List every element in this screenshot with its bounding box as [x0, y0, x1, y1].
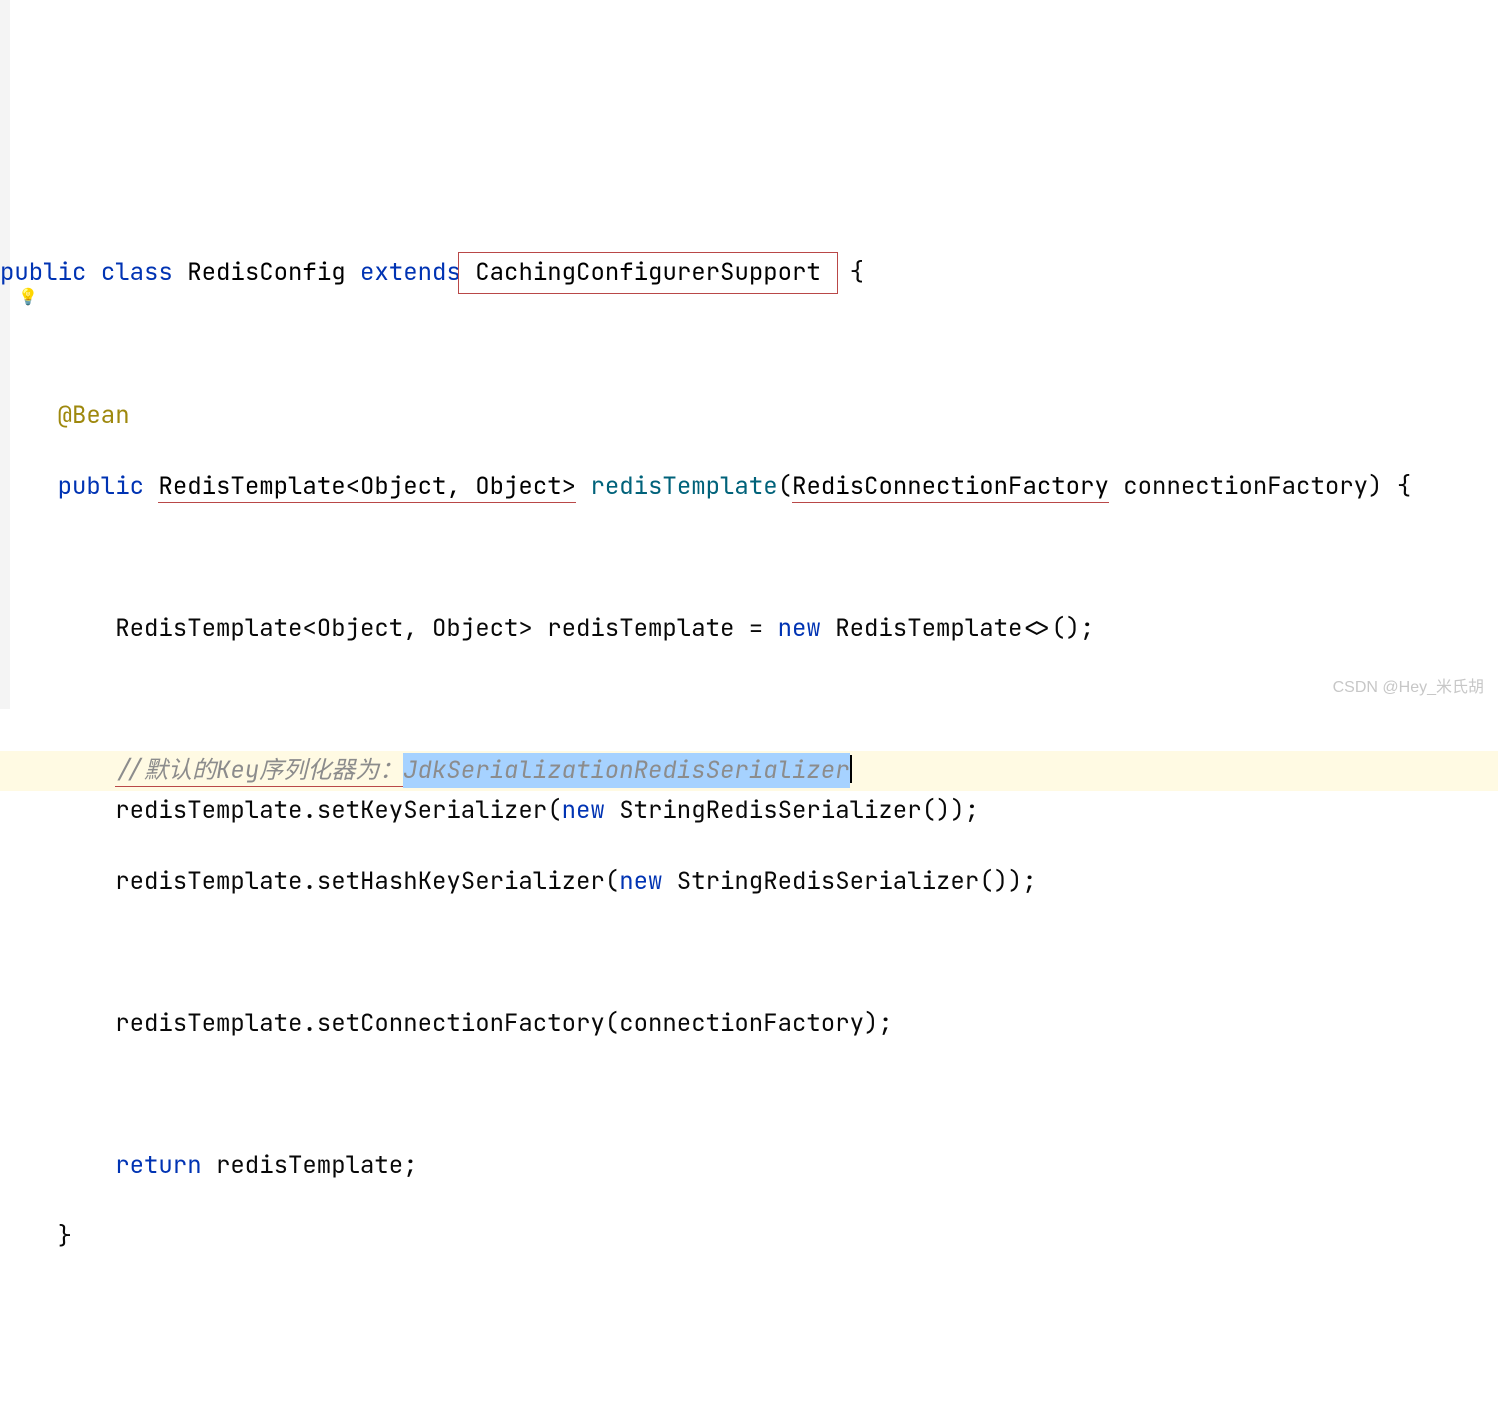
code-line: redisTemplate.setKeySerializer(new Strin…: [0, 791, 1498, 831]
keyword-public: public: [58, 471, 144, 502]
keyword-new: new: [778, 613, 821, 644]
keyword-new: new: [619, 866, 662, 897]
code-text: redisTemplate.setConnectionFactory(conne…: [115, 1008, 893, 1039]
return-type: RedisTemplate<Object, Object>: [158, 471, 576, 503]
code-line-highlighted: //默认的Key序列化器为：JdkSerializationRedisSeria…: [0, 751, 1498, 791]
code-line: }: [0, 1217, 1498, 1257]
code-line: [0, 325, 1498, 365]
code-text: StringRedisSerializer());: [605, 795, 979, 826]
code-line: RedisTemplate<Object, Object> redisTempl…: [0, 609, 1498, 649]
code-line: @Bean: [0, 396, 1498, 436]
code-text: RedisTemplate<Object, Object> redisTempl…: [115, 613, 777, 644]
code-line: [0, 1288, 1498, 1328]
code-line: redisTemplate.setConnectionFactory(conne…: [0, 1004, 1498, 1044]
text-selection: JdkSerializationRedisSerializer: [403, 753, 849, 788]
code-line: return redisTemplate;: [0, 1146, 1498, 1186]
code-line: [0, 933, 1498, 973]
code-line: [0, 1359, 1498, 1399]
code-text: redisTemplate;: [202, 1150, 418, 1181]
code-text: redisTemplate.setKeySerializer(: [115, 795, 561, 826]
annotation-box: CachingConfigurerSupport: [458, 252, 838, 294]
keyword-public: public: [0, 257, 86, 288]
brace: }: [58, 1221, 72, 1252]
annotation-bean: @Bean: [58, 400, 130, 431]
code-text: RedisTemplate<>();: [821, 613, 1095, 644]
code-line: redisTemplate.setHashKeySerializer(new S…: [0, 862, 1498, 902]
comment-prefix: //默认的Key序列化器为：: [115, 755, 403, 786]
comment: //默认的Key序列化器为：JdkSerializationRedisSeria…: [115, 755, 849, 787]
paren: (: [778, 471, 792, 502]
parent-class: CachingConfigurerSupport: [475, 257, 821, 288]
watermark: CSDN @Hey_米氏胡: [1333, 673, 1484, 697]
keyword-class: class: [101, 257, 173, 288]
param-type: RedisConnectionFactory: [792, 471, 1109, 503]
keyword-new: new: [562, 795, 605, 826]
code-line: public RedisTemplate<Object, Object> red…: [0, 467, 1498, 507]
code-line: public class RedisConfig extends Caching…: [0, 252, 1498, 294]
keyword-extends: extends: [360, 257, 461, 288]
brace: {: [835, 257, 864, 288]
code-editor[interactable]: public class RedisConfig extends Caching…: [0, 217, 1498, 1418]
code-line: [0, 1075, 1498, 1115]
keyword-return: return: [115, 1150, 201, 1181]
text-cursor: [850, 755, 852, 783]
param-name: connectionFactory) {: [1109, 471, 1411, 502]
code-text: StringRedisSerializer());: [662, 866, 1036, 897]
code-line: [0, 680, 1498, 720]
code-line: [0, 538, 1498, 578]
code-text: redisTemplate.setHashKeySerializer(: [115, 866, 619, 897]
method-name: redisTemplate: [590, 471, 777, 502]
class-name: RedisConfig: [187, 257, 345, 288]
